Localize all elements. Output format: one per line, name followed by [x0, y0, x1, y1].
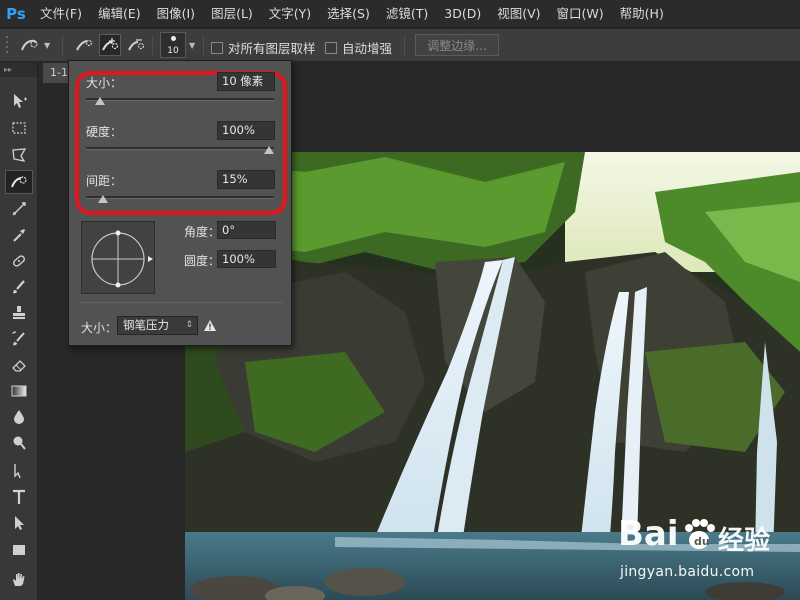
marquee-tool-icon[interactable]	[5, 116, 33, 140]
auto-enhance-checkbox[interactable]: 自动增强	[325, 38, 392, 57]
eraser-tool-icon[interactable]	[5, 353, 33, 377]
move-tool-icon[interactable]	[5, 89, 33, 113]
brush-settings-popup: 大小： 10 像素 硬度： 100% 间距： 15% 角度： 0° 圆度： 10…	[68, 60, 292, 346]
spacing-field[interactable]: 15%	[217, 170, 275, 189]
checkbox-box	[325, 41, 337, 54]
baidu-jingyan-watermark: Bai du 经验 jingyan.baidu.com	[618, 514, 798, 594]
watermark-brand-left: Bai	[618, 514, 679, 554]
subtract-from-selection-mode[interactable]	[125, 34, 147, 56]
type-tool-icon[interactable]	[5, 485, 33, 509]
lasso-tool-icon[interactable]	[5, 143, 33, 167]
menu-select[interactable]: 选择(S)	[319, 0, 378, 28]
hardness-label: 硬度：	[86, 125, 123, 139]
roundness-field[interactable]: 100%	[217, 250, 276, 268]
paw-logo-icon: du	[685, 519, 715, 549]
history-brush-tool-icon[interactable]	[5, 327, 33, 351]
brush-new-icon	[73, 34, 95, 56]
checkbox-box	[211, 41, 223, 54]
quick-selection-preset-icon	[18, 34, 40, 56]
menu-window[interactable]: 窗口(W)	[549, 0, 612, 28]
tool-preset-picker[interactable]: ▼	[18, 34, 50, 56]
gradient-tool-icon[interactable]	[5, 379, 33, 403]
blur-tool-icon[interactable]	[5, 405, 33, 429]
size-label: 大小：	[86, 76, 123, 90]
roundness-label: 圆度：	[184, 254, 221, 268]
menu-file[interactable]: 文件(F)	[32, 0, 90, 28]
hardness-slider-thumb[interactable]	[264, 146, 274, 154]
menu-view[interactable]: 视图(V)	[489, 0, 548, 28]
menu-layer[interactable]: 图层(L)	[203, 0, 261, 28]
auto-enhance-label: 自动增强	[342, 41, 393, 56]
menu-edit[interactable]: 编辑(E)	[90, 0, 149, 28]
brush-tool-icon[interactable]	[5, 275, 33, 299]
rectangle-tool-icon[interactable]	[5, 538, 33, 562]
options-grip	[5, 35, 11, 55]
chevron-down-icon: ▼	[44, 40, 51, 50]
options-bar: ▼ 10 ▼ 对所有图层取样 自动增强 调整边缘...	[0, 29, 800, 62]
menu-help[interactable]: 帮助(H)	[612, 0, 672, 28]
brush-subtract-icon	[125, 34, 147, 56]
brush-picker[interactable]: 10 ▼	[160, 32, 195, 58]
size-field[interactable]: 10 像素	[217, 72, 275, 91]
chevron-down-icon: ▼	[189, 40, 196, 50]
crop-tool-icon[interactable]	[5, 197, 33, 221]
menu-filter[interactable]: 滤镜(T)	[378, 0, 436, 28]
pressure-size-label: 大小：	[81, 321, 118, 335]
pen-tool-icon[interactable]	[5, 459, 33, 483]
spacing-slider[interactable]	[86, 195, 274, 203]
menu-bar: Ps 文件(F) 编辑(E) 图像(I) 图层(L) 文字(Y) 选择(S) 滤…	[0, 0, 800, 28]
watermark-brand-right: 经验	[718, 526, 771, 556]
warning-icon	[203, 319, 217, 335]
size-slider-thumb[interactable]	[94, 97, 105, 105]
quick-selection-tool-icon[interactable]	[5, 170, 33, 194]
divider	[203, 35, 204, 56]
svg-text:du: du	[694, 535, 710, 548]
spacing-slider-thumb[interactable]	[98, 195, 109, 203]
menu-3d[interactable]: 3D(D)	[436, 0, 489, 28]
sample-all-layers-checkbox[interactable]: 对所有图层取样	[211, 38, 316, 57]
pen-pressure-value: 钢笔压力	[123, 318, 169, 332]
hardness-field[interactable]: 100%	[217, 121, 275, 140]
hand-tool-icon[interactable]	[5, 567, 33, 591]
path-selection-tool-icon[interactable]	[5, 511, 33, 535]
add-to-selection-mode[interactable]	[99, 34, 121, 56]
size-slider[interactable]	[86, 97, 274, 105]
angle-label: 角度：	[184, 225, 221, 239]
watermark-url: jingyan.baidu.com	[620, 564, 755, 580]
menu-type[interactable]: 文字(Y)	[261, 0, 319, 28]
clone-stamp-tool-icon[interactable]	[5, 301, 33, 325]
highlight-outline	[75, 71, 287, 215]
panel-grip-icon[interactable]: ▸▸	[0, 63, 37, 77]
divider	[152, 35, 153, 56]
eyedropper-tool-icon[interactable]	[5, 223, 33, 247]
menu-image[interactable]: 图像(I)	[149, 0, 203, 28]
sample-all-layers-label: 对所有图层取样	[228, 41, 316, 56]
divider	[79, 302, 283, 303]
photoshop-logo: Ps	[6, 4, 26, 23]
dodge-tool-icon[interactable]	[5, 431, 33, 455]
healing-brush-tool-icon[interactable]	[5, 249, 33, 273]
pen-pressure-select[interactable]: 钢笔压力 ⇕	[117, 316, 198, 335]
tools-panel: ▸▸	[0, 63, 38, 600]
brush-size-value: 10	[167, 46, 179, 56]
brush-angle-preview[interactable]	[81, 221, 155, 294]
brush-size-thumbnail: 10	[160, 32, 186, 58]
brush-tip-icon	[171, 36, 176, 41]
select-arrows-icon: ⇕	[185, 320, 193, 330]
divider	[62, 35, 63, 56]
refine-edge-button[interactable]: 调整边缘...	[415, 34, 499, 56]
new-selection-mode[interactable]	[73, 34, 95, 56]
spacing-label: 间距：	[86, 174, 123, 188]
hardness-slider[interactable]	[86, 146, 274, 154]
brush-add-icon	[99, 34, 121, 56]
divider	[404, 35, 405, 56]
brush-tip-shape-icon	[91, 230, 153, 288]
angle-field[interactable]: 0°	[217, 221, 276, 239]
